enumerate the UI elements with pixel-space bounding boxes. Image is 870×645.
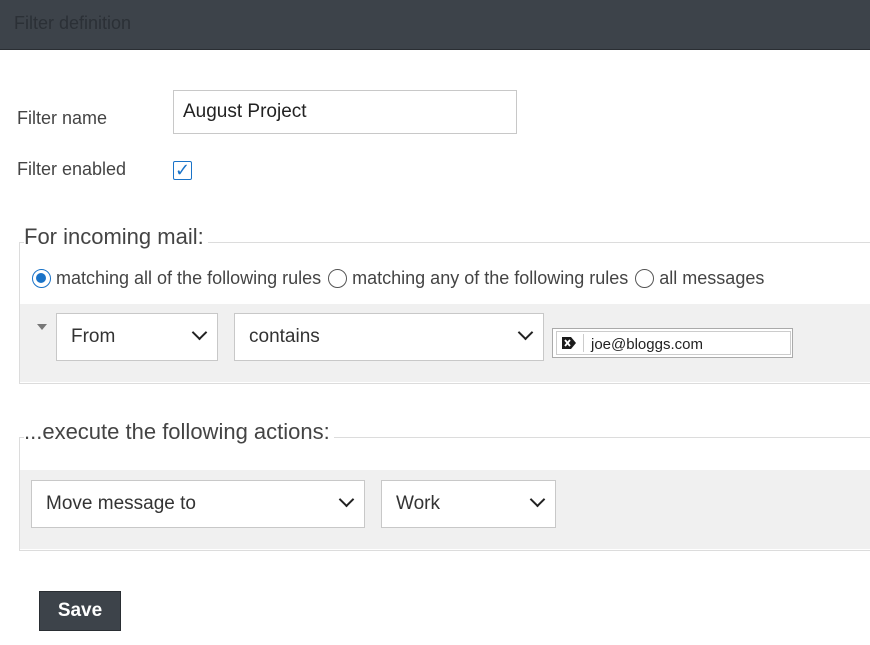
radio-label: matching all of the following rules <box>56 268 322 288</box>
expand-triangle-icon[interactable] <box>37 324 47 330</box>
target-folder-value: Work <box>396 493 440 514</box>
chevron-down-icon <box>529 491 546 508</box>
action-value: Move message to <box>46 493 196 514</box>
rule-operator-value: contains <box>249 326 320 347</box>
radio-button[interactable] <box>32 269 51 288</box>
radio-label: matching any of the following rules <box>352 268 629 288</box>
page-title: Filter definition <box>14 13 132 33</box>
radio-match-any[interactable]: matching any of the following rules <box>325 268 628 289</box>
rule-field-select[interactable]: From <box>56 313 218 361</box>
radio-all-messages[interactable]: all messages <box>632 268 764 289</box>
remove-tag-icon[interactable] <box>561 335 577 351</box>
filter-enabled-checkbox[interactable]: ✓ <box>173 160 192 180</box>
chevron-down-icon <box>517 324 534 341</box>
action-select[interactable]: Move message to <box>31 480 365 528</box>
filter-name-label: Filter name <box>17 108 108 128</box>
target-folder-select[interactable]: Work <box>381 480 556 528</box>
radio-label: all messages <box>659 268 765 288</box>
title-bar: Filter definition <box>0 0 870 50</box>
rule-operator-select[interactable]: contains <box>234 313 544 361</box>
check-icon: ✓ <box>175 160 191 180</box>
rule-value-input[interactable]: joe@bloggs.com <box>552 328 793 358</box>
radio-match-all[interactable]: matching all of the following rules <box>29 268 321 289</box>
rule-value-text: joe@bloggs.com <box>591 336 703 353</box>
radio-button[interactable] <box>635 269 655 288</box>
match-mode-radio-group: matching all of the following rules matc… <box>29 268 768 289</box>
filter-name-input[interactable] <box>173 90 517 134</box>
radio-button[interactable] <box>328 269 348 288</box>
incoming-mail-legend: For incoming mail: <box>24 224 208 250</box>
chevron-down-icon <box>338 491 355 508</box>
rule-value-tag: joe@bloggs.com <box>556 331 791 355</box>
chevron-down-icon <box>191 324 208 341</box>
rule-field-value: From <box>71 326 116 347</box>
save-button[interactable]: Save <box>39 591 121 631</box>
actions-legend: ...execute the following actions: <box>24 419 334 445</box>
filter-enabled-label: Filter enabled <box>17 159 127 179</box>
tag-divider <box>583 334 584 352</box>
